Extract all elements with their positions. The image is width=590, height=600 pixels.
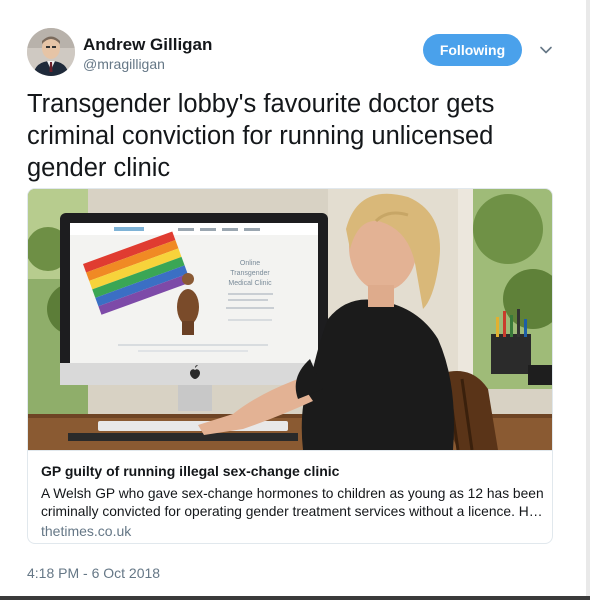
card-description: A Welsh GP who gave sex-change hormones … — [41, 485, 546, 521]
author-handle[interactable]: @mragilligan — [83, 56, 165, 72]
chevron-down-icon[interactable] — [539, 43, 553, 57]
window-bottom-border — [0, 596, 590, 600]
tweet-text: Transgender lobby's favourite doctor get… — [27, 88, 567, 184]
link-preview-card[interactable]: Online Transgender Medical Clinic GP gui… — [27, 188, 553, 544]
clinic-name-line: Medical Clinic — [228, 280, 272, 287]
tweet-text-line: gender clinic — [27, 154, 171, 182]
card-description-line: criminally convicted for operating gende… — [41, 504, 546, 519]
tweet-timestamp[interactable]: 4:18 PM - 6 Oct 2018 — [27, 565, 160, 581]
card-description-line: A Welsh GP who gave sex-change hormones … — [41, 486, 544, 501]
card-body[interactable]: GP guilty of running illegal sex-change … — [28, 450, 552, 543]
card-title[interactable]: GP guilty of running illegal sex-change … — [41, 463, 339, 479]
card-image[interactable]: Online Transgender Medical Clinic — [28, 189, 552, 450]
clinic-name-line: Online — [240, 260, 260, 267]
following-button[interactable]: Following — [423, 34, 522, 66]
card-domain: thetimes.co.uk — [41, 523, 132, 539]
window-edge — [586, 0, 590, 600]
clinic-name-line: Transgender — [230, 270, 270, 277]
avatar[interactable] — [27, 28, 75, 76]
author-name[interactable]: Andrew Gilligan — [83, 35, 212, 55]
tweet: Andrew Gilligan @mragilligan Following T… — [0, 0, 590, 600]
tweet-text-line: criminal conviction for running unlicens… — [27, 122, 494, 150]
tweet-text-line: Transgender lobby's favourite doctor get… — [27, 90, 495, 118]
